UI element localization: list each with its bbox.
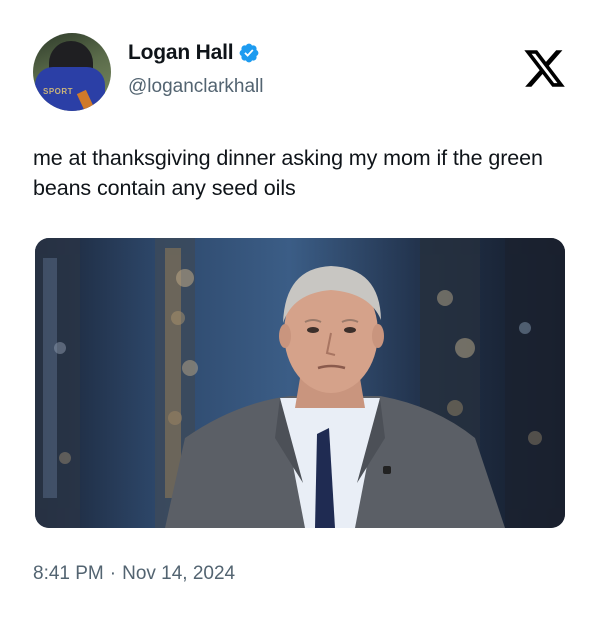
- tweet-media-image[interactable]: [35, 238, 565, 528]
- timestamp-separator: ·: [109, 563, 117, 584]
- media-illustration: [35, 238, 565, 528]
- tweet-header: SPORT Logan Hall @loganclarkhall: [33, 33, 573, 113]
- avatar-patch-text: SPORT: [43, 87, 74, 96]
- avatar[interactable]: SPORT: [33, 33, 111, 111]
- x-logo-icon[interactable]: [522, 46, 567, 91]
- verified-badge-icon: [238, 42, 260, 64]
- handle[interactable]: @loganclarkhall: [128, 76, 263, 98]
- name-row: Logan Hall: [128, 41, 260, 65]
- display-name[interactable]: Logan Hall: [128, 41, 234, 65]
- tweet-time: 8:41 PM: [33, 563, 104, 584]
- timestamp[interactable]: 8:41 PM · Nov 14, 2024: [33, 563, 235, 585]
- tweet-text: me at thanksgiving dinner asking my mom …: [33, 146, 543, 200]
- tweet-date: Nov 14, 2024: [122, 563, 236, 584]
